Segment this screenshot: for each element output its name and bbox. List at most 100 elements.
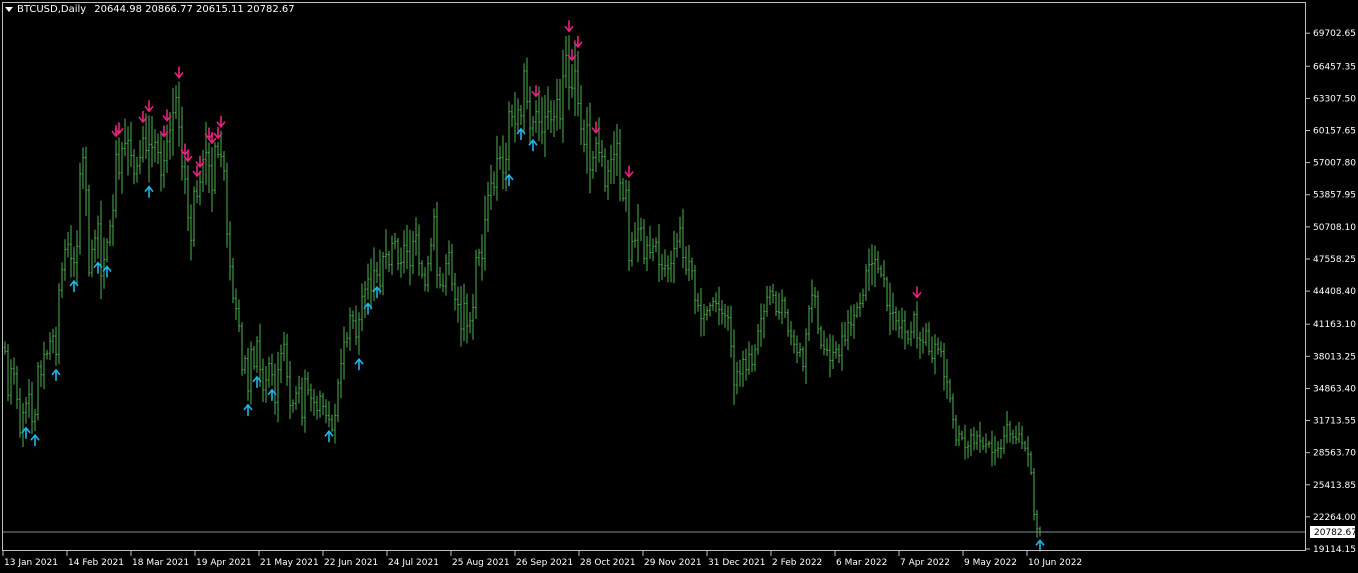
price-bar	[246, 347, 250, 401]
price-bar	[372, 247, 376, 302]
price-bar	[807, 305, 811, 342]
price-bar	[774, 290, 778, 316]
price-bar	[399, 247, 403, 278]
price-axis[interactable]: 69702.65 66457.35 63307.50 60157.65 57007.80…	[1306, 29, 1356, 555]
price-bar	[132, 149, 136, 185]
price-bar	[558, 78, 562, 130]
price-bar	[456, 286, 460, 323]
arrow-down-icon	[564, 20, 574, 33]
price-bar	[261, 358, 265, 403]
price-bar	[366, 263, 370, 300]
price-bar	[120, 142, 124, 194]
price-bar	[747, 341, 751, 375]
price-bar	[42, 341, 46, 390]
x-tick-label: 26 Sep 2021	[516, 558, 573, 568]
price-bar	[789, 321, 793, 346]
price-bar	[981, 436, 985, 451]
price-bar	[732, 329, 736, 405]
price-bar	[348, 307, 352, 351]
price-chart[interactable]: 69702.65 66457.35 63307.50 60157.65 57007.80…	[0, 0, 1358, 573]
price-bar	[447, 240, 451, 276]
price-bar	[909, 321, 913, 347]
price-bar	[777, 292, 781, 320]
price-bar	[477, 248, 481, 267]
price-bar	[699, 287, 703, 337]
price-bar	[492, 171, 496, 196]
y-tick-label: 44408.40	[1313, 287, 1356, 297]
y-tick-label: 69702.65	[1313, 29, 1356, 39]
price-bar	[711, 297, 715, 311]
price-bar	[651, 238, 655, 262]
last-price-label: 20782.67	[1314, 528, 1357, 538]
price-bar	[993, 435, 997, 466]
price-bar	[978, 421, 982, 453]
price-bar	[972, 426, 976, 451]
price-bar	[549, 100, 553, 134]
price-bar	[525, 57, 529, 110]
price-bar	[840, 322, 844, 371]
price-bar	[726, 305, 730, 331]
x-tick-label: 22 Jun 2021	[324, 558, 378, 568]
x-tick-label: 13 Jan 2021	[4, 558, 58, 568]
price-bar	[213, 142, 217, 194]
chart-window[interactable]: 69702.65 66457.35 63307.50 60157.65 57007.80…	[0, 0, 1358, 573]
triangle-down-icon[interactable]	[5, 7, 13, 12]
price-bar	[252, 346, 256, 370]
price-bar	[72, 246, 76, 278]
y-tick-label: 53857.95	[1313, 191, 1356, 201]
price-bar	[501, 135, 505, 190]
price-bar	[963, 424, 967, 460]
price-bar	[54, 326, 58, 366]
price-bar	[24, 396, 28, 424]
ohlc-values: 20644.98 20866.77 20615.11 20782.67	[94, 4, 295, 15]
price-bar	[1005, 410, 1009, 444]
price-bar	[690, 257, 694, 280]
price-bar	[51, 328, 55, 354]
price-bar	[531, 116, 535, 137]
y-tick-label: 66457.35	[1313, 62, 1356, 72]
price-bar	[432, 208, 436, 251]
price-bar	[444, 254, 448, 296]
y-tick-label: 28563.70	[1313, 449, 1356, 459]
price-bar	[945, 358, 949, 399]
price-bar	[336, 378, 340, 422]
price-bar	[660, 254, 664, 280]
price-bar	[318, 390, 322, 418]
price-bar	[627, 180, 631, 271]
arrow-up-icon	[51, 368, 61, 381]
price-bar	[588, 102, 592, 194]
price-bar	[381, 251, 385, 296]
price-bar	[1002, 425, 1006, 455]
price-bar	[879, 265, 883, 278]
price-bar	[522, 63, 526, 133]
price-bar	[1035, 509, 1039, 538]
price-bar	[612, 131, 616, 184]
price-bar	[462, 283, 466, 342]
time-axis[interactable]: 13 Jan 2021 14 Feb 2021 18 Mar 2021 19 Apr …	[2, 551, 1082, 568]
price-bar	[363, 280, 367, 318]
price-bar	[582, 119, 586, 153]
price-bar	[633, 222, 637, 248]
signal-arrows	[21, 20, 1045, 552]
price-bar	[162, 140, 166, 189]
price-bar	[267, 356, 271, 388]
price-bar	[57, 283, 61, 365]
price-bar	[96, 215, 100, 259]
price-bar	[111, 194, 115, 246]
arrow-down-icon	[216, 115, 226, 129]
price-bar	[405, 224, 409, 269]
price-bar	[720, 300, 724, 325]
price-bar	[681, 208, 685, 269]
price-bar	[609, 144, 613, 185]
price-bar	[180, 106, 184, 181]
price-bar	[450, 243, 454, 291]
price-bar	[114, 140, 118, 218]
price-bar	[513, 92, 517, 143]
price-bar	[519, 104, 523, 125]
price-bar	[264, 365, 268, 403]
price-bar	[393, 232, 397, 250]
price-bar	[885, 276, 889, 312]
price-bar	[486, 181, 490, 233]
price-bar	[291, 399, 295, 413]
price-bar	[12, 357, 16, 385]
